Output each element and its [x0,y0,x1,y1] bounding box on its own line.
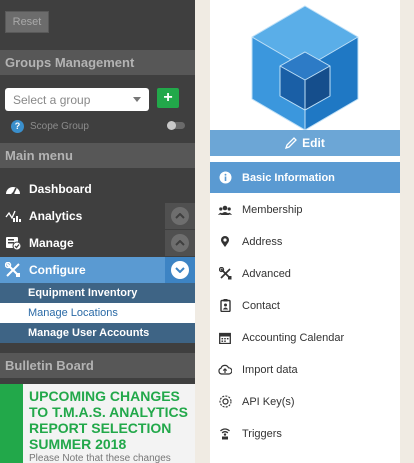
submenu-equipment-inventory[interactable]: Equipment Inventory [0,283,195,303]
bulletin-text: Please Note that these changes [29,453,171,463]
group-select-placeholder: Select a group [13,92,91,107]
nav-label: Basic Information [242,171,335,184]
users-icon [218,203,232,217]
menu-item-label: Configure [29,263,86,277]
api-key-icon [218,395,232,409]
scope-group-label: Scope Group [30,120,89,132]
analytics-expander[interactable] [165,203,195,229]
bulletin-board-header: Bulletin Board [0,353,195,378]
nav-label: Contact [242,299,280,312]
checkmark-icon [4,392,18,406]
analytics-icon [5,208,21,224]
info-icon [218,171,232,185]
bulletin-title[interactable]: UPCOMING CHANGES TO T.M.A.S. ANALYTICS R… [29,388,189,452]
chevron-up-icon [171,234,189,252]
chevron-up-icon [171,207,189,225]
scope-group-toggle[interactable] [167,121,185,130]
nav-triggers[interactable]: Triggers [210,418,400,449]
manage-icon [5,235,21,251]
nav-address[interactable]: Address [210,226,400,257]
menu-item-dashboard[interactable]: Dashboard [0,176,195,202]
sidebar: Reset Groups Management Select a group +… [0,0,195,463]
nav-label: Accounting Calendar [242,331,345,344]
groups-management-header: Groups Management [0,50,195,75]
manage-expander[interactable] [165,230,195,256]
pencil-icon [285,137,298,149]
toggle-knob [167,121,176,130]
add-group-button[interactable]: + [157,88,179,108]
nav-label: API Key(s) [242,395,295,408]
dashboard-icon [5,181,21,197]
menu-item-label: Analytics [29,209,83,223]
nav-label: Triggers [242,427,282,440]
menu-item-manage[interactable]: Manage [0,230,195,256]
edit-label: Edit [302,136,325,150]
submenu-manage-user-accounts[interactable]: Manage User Accounts [0,323,195,343]
menu-item-configure[interactable]: Configure [0,257,195,283]
main-menu-header: Main menu [0,143,195,168]
tools-icon [218,267,232,281]
bulletin-item[interactable]: UPCOMING CHANGES TO T.M.A.S. ANALYTICS R… [0,384,195,463]
menu-item-analytics[interactable]: Analytics [0,203,195,229]
configure-expander[interactable] [165,257,195,283]
page-background-strip [400,0,414,463]
group-select[interactable]: Select a group [5,88,149,111]
nav-contact[interactable]: Contact [210,290,400,321]
nav-basic-information[interactable]: Basic Information [210,162,400,193]
scope-group-row: ? Scope Group [11,118,89,134]
location-pin-icon [218,235,232,249]
menu-item-label: Manage [29,236,74,250]
help-icon[interactable]: ? [11,119,24,133]
nav-accounting-calendar[interactable]: Accounting Calendar [210,322,400,353]
menu-item-label: Dashboard [29,182,92,196]
edit-button[interactable]: Edit [210,130,400,156]
nav-label: Address [242,235,283,248]
reset-button[interactable]: Reset [5,11,49,33]
nav-label: Advanced [242,267,291,280]
location-panel: Edit Basic Information Membership Addres… [210,0,400,463]
submenu-manage-locations[interactable]: Manage Locations [0,303,195,323]
location-logo: Edit [210,0,400,160]
chevron-down-icon [171,261,189,279]
contact-icon [218,299,232,313]
nav-advanced[interactable]: Advanced [210,258,400,289]
nav-api-keys[interactable]: API Key(s) [210,386,400,417]
nav-import-data[interactable]: Import data [210,354,400,385]
nav-label: Membership [242,203,303,216]
configure-icon [5,262,21,278]
chevron-down-icon [133,97,141,102]
nav-label: Import data [242,363,298,376]
cloud-icon [218,363,232,377]
nav-membership[interactable]: Membership [210,194,400,225]
calendar-icon [218,331,232,345]
triggers-icon [218,427,232,441]
